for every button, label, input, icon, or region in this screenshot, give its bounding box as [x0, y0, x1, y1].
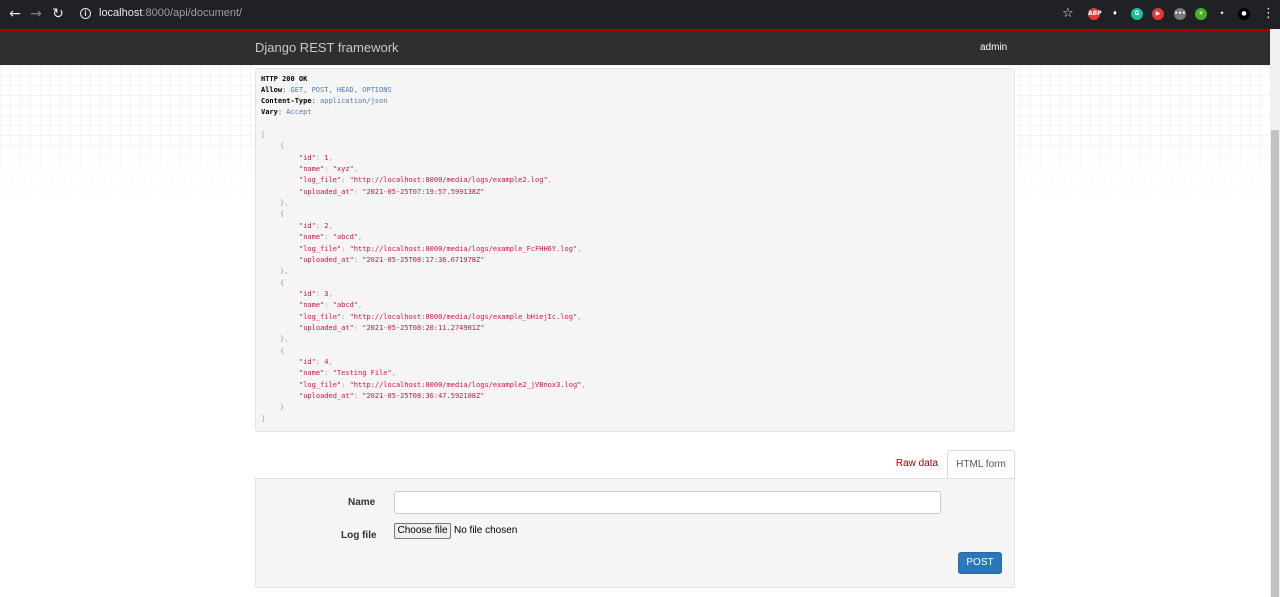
header-name: Allow — [261, 86, 283, 94]
json-field: "log_file": "http://localhost:8000/media… — [299, 312, 582, 321]
address-bar[interactable]: i localhost:8000/api/document/ — [72, 3, 1088, 26]
json-object-open: { — [280, 346, 285, 355]
json-array-open: [ — [261, 131, 266, 139]
json-field: "log_file": "http://localhost:8000/media… — [299, 176, 552, 185]
star-icon[interactable]: ☆ — [1062, 6, 1074, 22]
response-header: Allow: GET, POST, HEAD, OPTIONS — [261, 86, 392, 94]
json-field: "log_file": "http://localhost:8000/media… — [299, 380, 586, 389]
url-text[interactable]: localhost:8000/api/document/ — [99, 7, 242, 19]
reload-icon[interactable]: ↻ — [50, 6, 66, 22]
plus-extension-icon[interactable]: + — [1195, 8, 1207, 20]
puzzle-extension-icon[interactable]: ✦ — [1216, 8, 1228, 20]
tab-html-form[interactable]: HTML form — [947, 450, 1015, 479]
json-field: "name": "abcd", — [299, 233, 363, 242]
json-object-close: }, — [280, 267, 289, 276]
json-object-close: }, — [280, 335, 289, 344]
back-icon[interactable]: ← — [7, 6, 23, 22]
json-object-close: }, — [280, 199, 289, 208]
file-status-text: No file chosen — [454, 525, 518, 536]
json-object-open: { — [280, 278, 285, 287]
browser-toolbar: ← → ↻ i localhost:8000/api/document/ ☆ A… — [0, 0, 1280, 29]
json-object-open: { — [280, 142, 285, 151]
brand-link[interactable]: Django REST framework — [255, 40, 399, 55]
response-header: Vary: Accept — [261, 108, 312, 116]
json-field: "uploaded_at": "2021-05-25T08:20:11.2749… — [299, 323, 485, 332]
profile-avatar-icon[interactable]: ● — [1238, 8, 1250, 20]
json-field: "id": 4, — [299, 358, 333, 366]
json-field: "name": "xyz", — [299, 165, 359, 174]
dots-extension-icon[interactable]: ••• — [1174, 8, 1186, 20]
tab-raw-data[interactable]: Raw data — [888, 451, 946, 477]
status-line: HTTP 200 OK — [261, 75, 308, 83]
json-field: "uploaded_at": "2021-05-25T08:36:47.5921… — [299, 392, 485, 401]
video-extension-icon[interactable]: ▶ — [1152, 8, 1164, 20]
info-icon[interactable]: i — [80, 8, 91, 19]
forward-icon[interactable]: → — [28, 6, 44, 22]
json-field: "log_file": "http://localhost:8000/media… — [299, 244, 582, 253]
choose-file-button[interactable]: Choose file — [394, 523, 451, 539]
json-object-close: } — [280, 403, 285, 412]
name-label: Name — [348, 497, 376, 508]
json-field: "id": 3, — [299, 289, 333, 298]
post-button[interactable]: POST — [958, 552, 1002, 574]
response-panel: HTTP 200 OK Allow: GET, POST, HEAD, OPTI… — [255, 68, 1015, 432]
json-field: "name": "Testing File", — [299, 369, 396, 378]
json-field: "name": "abcd", — [299, 301, 363, 310]
adblock-extension-icon[interactable]: ABP — [1088, 8, 1102, 20]
name-input[interactable] — [394, 491, 941, 514]
header-name: Content-Type — [261, 97, 312, 105]
response-header: Content-Type: application/json — [261, 97, 388, 105]
header-value: GET, POST, HEAD, OPTIONS — [290, 86, 392, 94]
user-menu[interactable]: admin — [980, 42, 1007, 53]
json-object-open: { — [280, 210, 285, 219]
grammarly-extension-icon[interactable]: G — [1131, 8, 1143, 20]
json-field: "uploaded_at": "2021-05-25T08:17:36.6719… — [299, 255, 485, 264]
header-value: application/json — [320, 97, 388, 105]
json-field: "id": 1, — [299, 153, 333, 162]
header-value: Accept — [286, 108, 312, 116]
tower-extension-icon[interactable]: ♦ — [1109, 8, 1121, 20]
menu-icon[interactable]: ⋮ — [1262, 6, 1275, 22]
json-array-close: ] — [261, 414, 266, 423]
header-name: Vary — [261, 108, 278, 116]
logfile-label: Log file — [341, 530, 377, 541]
json-field: "uploaded_at": "2021-05-25T07:19:57.5991… — [299, 187, 485, 196]
scrollbar-thumb[interactable] — [1271, 130, 1279, 597]
json-field: "id": 2, — [299, 221, 333, 230]
navbar: Django REST framework admin — [0, 32, 1270, 65]
